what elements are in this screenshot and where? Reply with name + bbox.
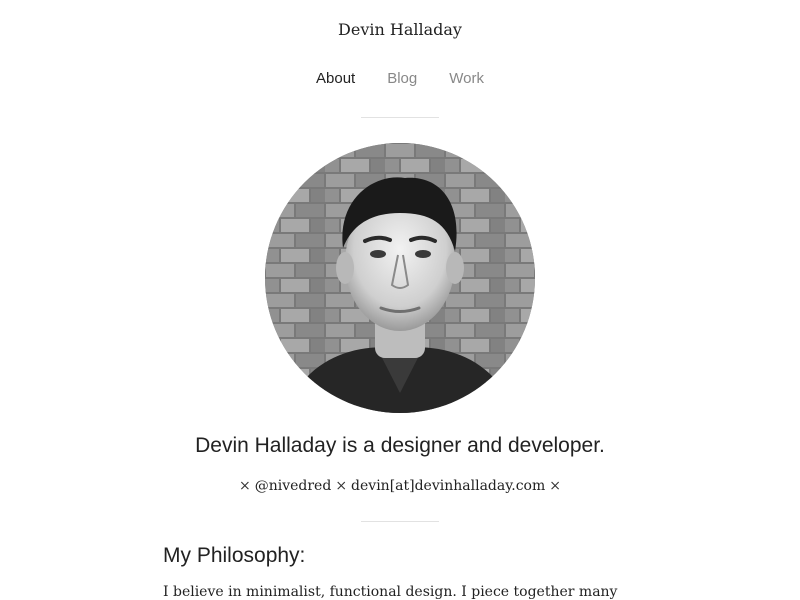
divider [361,521,439,522]
main-nav: About Blog Work [0,70,800,87]
divider [361,117,439,118]
nav-item-about[interactable]: About [316,70,355,87]
avatar-photo [265,143,535,413]
email-link[interactable]: devin[at]devinhalladay.com [351,478,545,494]
twitter-link[interactable]: @nivedred [255,478,332,494]
nav-item-work[interactable]: Work [449,70,484,87]
nav-item-blog[interactable]: Blog [387,70,417,87]
profile-headline: Devin Halladay is a designer and develop… [195,434,605,457]
philosophy-body: I believe in minimalist, functional desi… [163,584,618,600]
separator: × [335,478,348,494]
contact-line: × @nivedred × devin[at]devinhalladay.com × [0,478,800,494]
site-title-link[interactable]: Devin Halladay [0,20,800,39]
separator: × [549,478,561,494]
separator: × [238,478,251,494]
philosophy-title: My Philosophy: [163,544,306,567]
page: Devin Halladay About Blog Work Devin Hal… [0,0,800,600]
avatar [265,143,535,413]
